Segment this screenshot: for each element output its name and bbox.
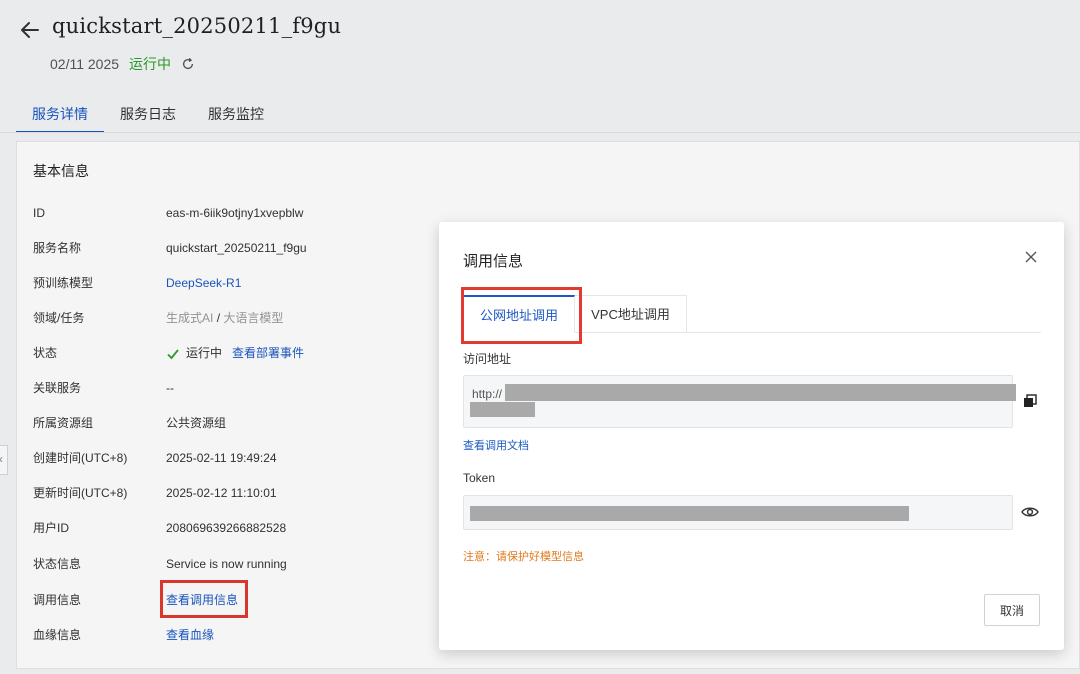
view-invoke-docs-link[interactable]: 查看调用文档 [463, 437, 529, 453]
dialog-title: 调用信息 [463, 253, 524, 270]
tab-vpc-endpoint[interactable]: VPC地址调用 [575, 295, 687, 333]
highlight-box [461, 287, 582, 344]
security-warning: 注意：请保护好模型信息 [463, 551, 584, 563]
eye-icon[interactable] [1021, 504, 1039, 520]
cancel-button[interactable]: 取消 [984, 594, 1040, 626]
url-prefix: http:// [472, 387, 503, 401]
copy-icon[interactable] [1023, 394, 1037, 408]
close-icon[interactable] [1024, 250, 1038, 264]
token-label: Token [463, 471, 496, 485]
redacted-url-mask [470, 402, 535, 417]
endpoint-url-field[interactable]: http:// [463, 375, 1016, 428]
url-label: 访问地址 [463, 352, 512, 366]
redacted-token-mask [470, 506, 909, 521]
invoke-info-dialog: 调用信息 公网地址调用 VPC地址调用 访问地址 http:// 查看调用文档 … [439, 222, 1064, 650]
redacted-url-mask [505, 384, 1016, 401]
token-field[interactable] [463, 495, 1013, 530]
